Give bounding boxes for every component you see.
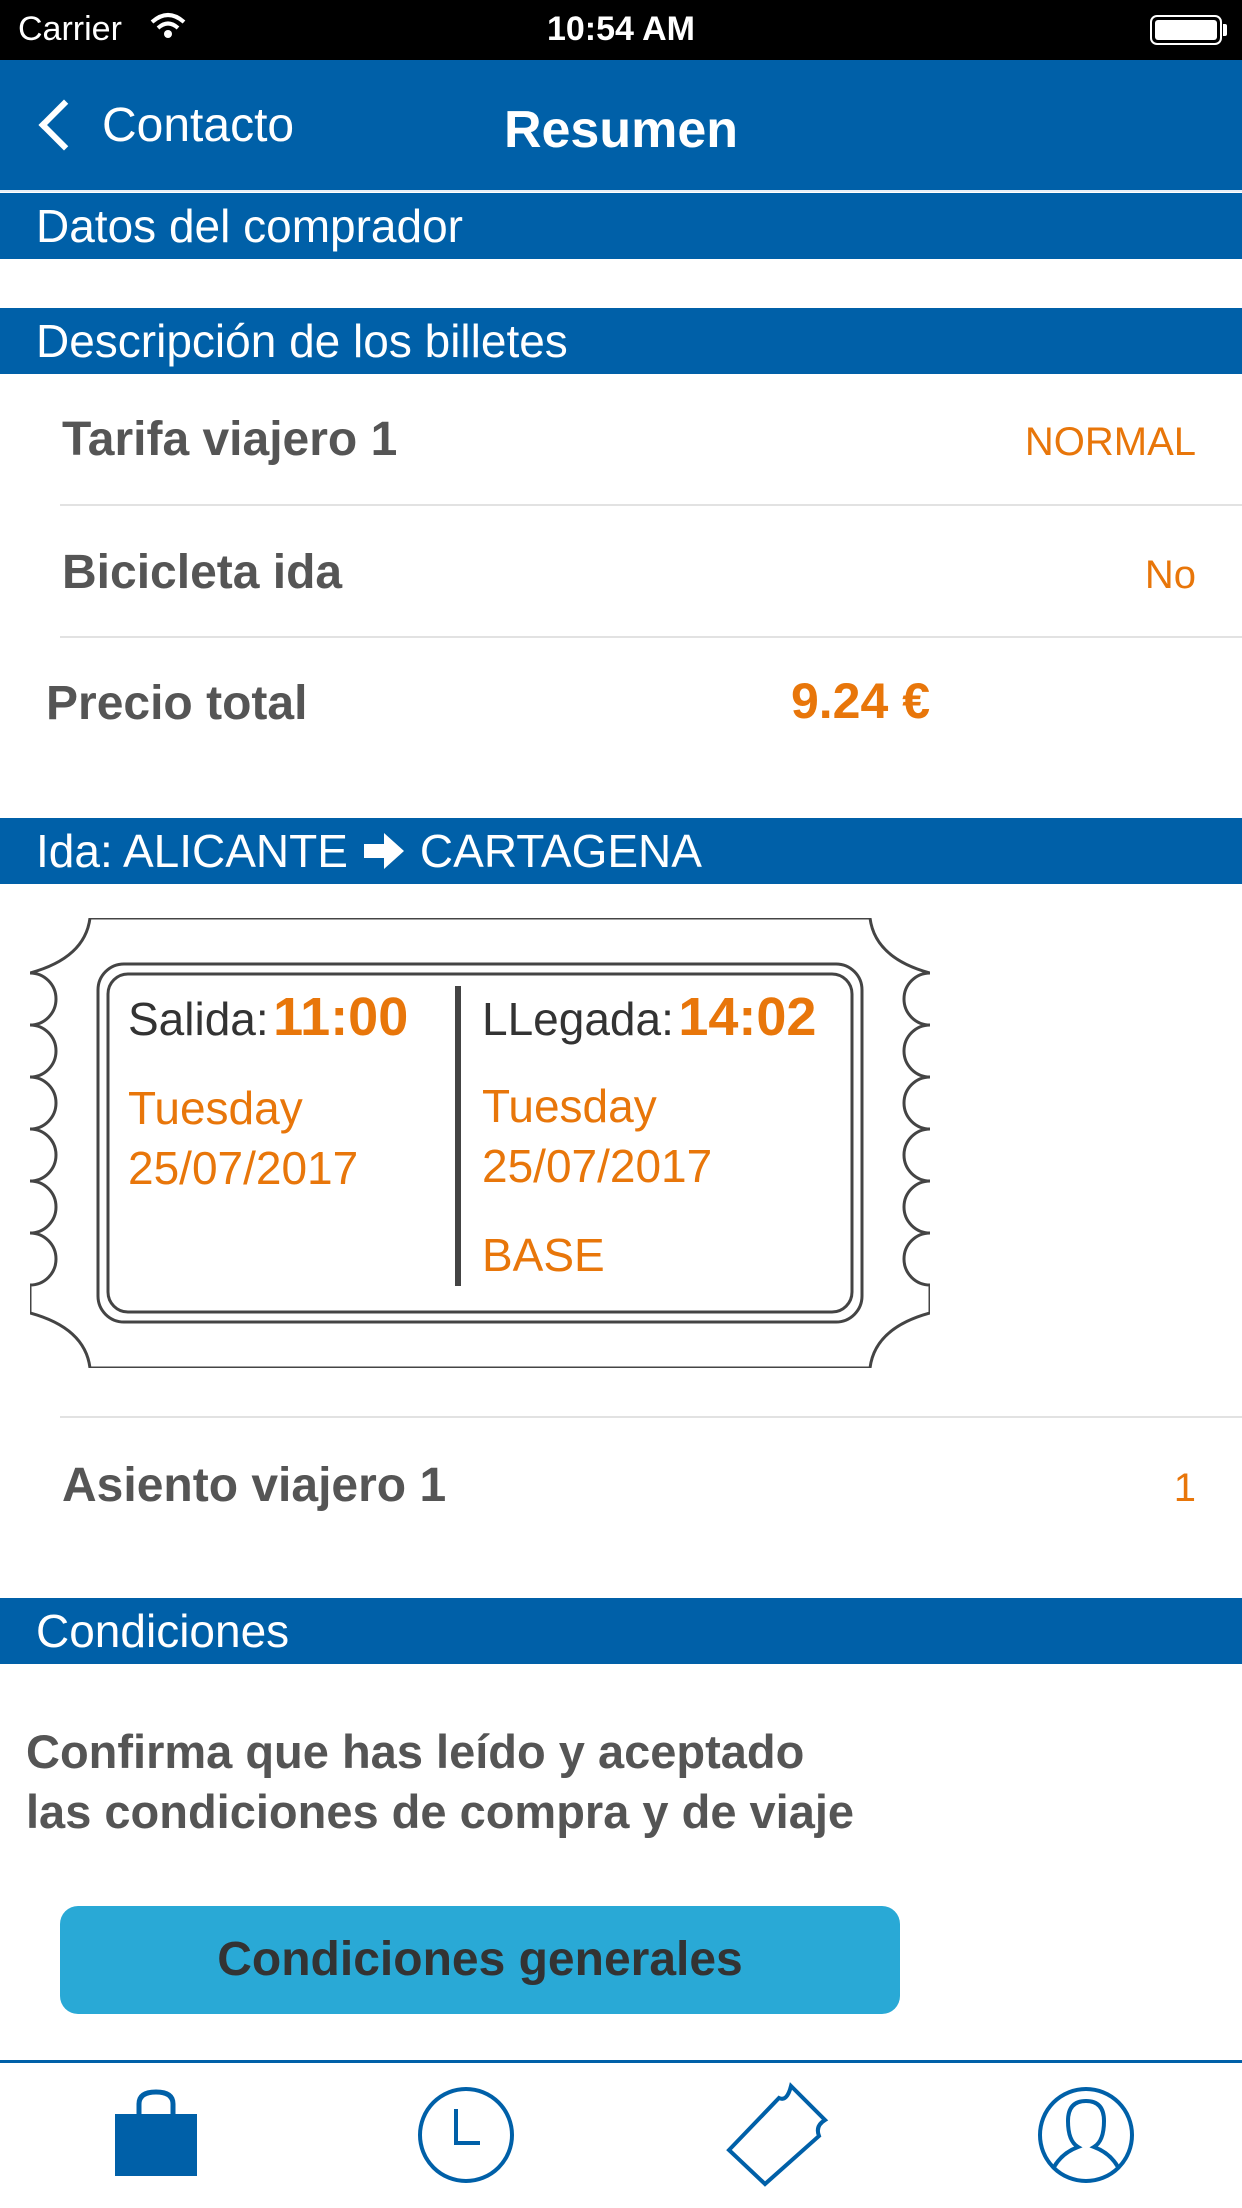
conditions-line-1: Confirma que has leído y aceptado	[26, 1725, 805, 1778]
tab-purchase[interactable]	[96, 2075, 216, 2195]
ticket-icon	[726, 2082, 829, 2187]
tab-history[interactable]	[406, 2075, 526, 2195]
trip-destination: CARTAGENA	[419, 825, 702, 877]
clock-icon	[418, 2087, 514, 2183]
arrival-day: Tuesday	[482, 1080, 657, 1132]
section-header-conditions: Condiciones	[0, 1598, 1242, 1664]
section-header-buyer: Datos del comprador	[0, 193, 1242, 259]
status-bar: Carrier 10:54 AM	[0, 0, 1242, 60]
row-divider	[60, 636, 1242, 638]
departure-time: 11:00	[273, 987, 409, 1047]
tab-bar	[0, 2060, 1242, 2208]
shopping-bag-icon	[115, 2089, 197, 2176]
section-header-tickets: Descripción de los billetes	[0, 308, 1242, 374]
ticket-class: BASE	[482, 1229, 605, 1281]
tab-tickets[interactable]	[716, 2075, 836, 2195]
arrow-right-icon	[362, 831, 406, 871]
fare-value: NORMAL	[1024, 420, 1196, 464]
arrival-time: 14:02	[678, 987, 817, 1047]
departure-block: Salida: 11:00	[128, 986, 408, 1048]
seat-label: Asiento viajero 1	[62, 1459, 447, 1512]
tab-profile[interactable]	[1026, 2075, 1146, 2195]
arrival-date: 25/07/2017	[482, 1140, 713, 1192]
section-header-trip: Ida: ALICANTE CARTAGENA	[0, 818, 1242, 884]
conditions-text: Confirma que has leído y aceptado las co…	[26, 1722, 1026, 1842]
arrival-label: LLegada:	[482, 993, 674, 1045]
seat-value: 1	[1173, 1466, 1196, 1510]
arrival-block: LLegada: 14:02	[482, 986, 816, 1048]
row-divider	[60, 504, 1242, 506]
row-divider	[60, 1416, 1242, 1418]
departure-date: 25/07/2017	[128, 1142, 359, 1194]
departure-label: Salida:	[128, 993, 269, 1045]
nav-divider	[0, 190, 1242, 192]
bicycle-value: No	[1144, 553, 1196, 597]
conditions-line-2: las condiciones de compra y de viaje	[26, 1785, 855, 1838]
page-title: Resumen	[503, 101, 739, 159]
clock-time: 10:54 AM	[546, 10, 696, 48]
battery-tip	[1223, 24, 1227, 36]
departure-day: Tuesday	[128, 1082, 303, 1134]
bicycle-label: Bicicleta ida	[62, 546, 343, 599]
general-conditions-button[interactable]: Condiciones generales	[60, 1906, 900, 2014]
total-price-value: 9.24 €	[790, 673, 930, 729]
fare-label: Tarifa viajero 1	[62, 413, 398, 466]
battery-icon	[1150, 15, 1222, 45]
user-icon	[1038, 2087, 1134, 2183]
total-price-label: Precio total	[46, 677, 308, 730]
ticket-card: Salida: 11:00 Tuesday 25/07/2017 LLegada…	[30, 918, 930, 1368]
trip-origin: Ida: ALICANTE	[36, 825, 348, 877]
navigation-bar: Contacto Resumen	[0, 60, 1242, 192]
